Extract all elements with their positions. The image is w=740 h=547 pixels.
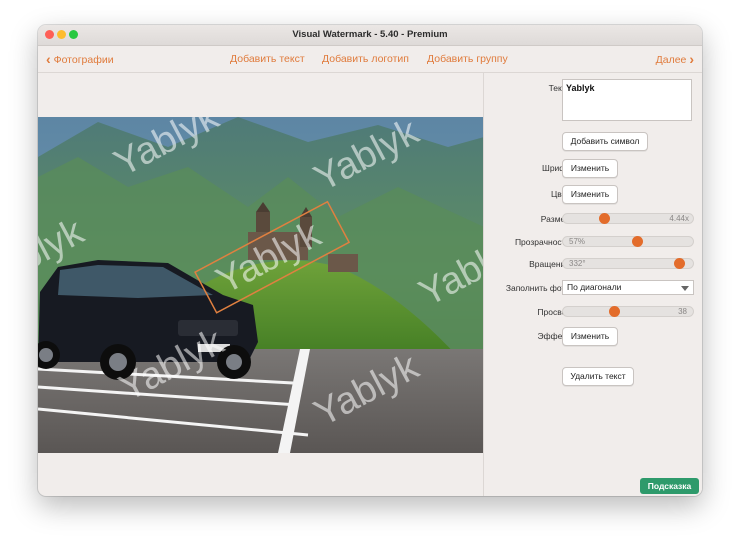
settings-panel: Текст Yablyk Добавить символ Шрифт Измен… [483,73,702,496]
gap-slider-knob[interactable] [609,306,620,317]
opacity-value: 57% [569,237,586,246]
opacity-slider-knob[interactable] [632,236,643,247]
window-title: Visual Watermark - 5.40 - Premium [292,29,448,40]
rotation-slider-knob[interactable] [674,258,685,269]
font-change-button[interactable]: Изменить [562,159,618,178]
add-symbol-button[interactable]: Добавить символ [562,132,648,151]
watermark-text-input[interactable]: Yablyk [562,79,692,121]
color-change-button[interactable]: Изменить [562,185,618,204]
photo-image: Yablyk Yablyk Yablyk Yablyk Yablyk Yably… [38,117,484,453]
app-window: Visual Watermark - 5.40 - Premium ‹ Фото… [38,25,702,496]
size-slider-knob[interactable] [599,213,610,224]
toolbar: ‹ Фотографии Добавить текст Добавить лог… [38,46,702,73]
minimize-window-button[interactable] [57,30,66,39]
zoom-window-button[interactable] [69,30,78,39]
chevron-right-icon: › [689,51,694,67]
effect-change-button[interactable]: Изменить [562,327,618,346]
delete-text-button[interactable]: Удалить текст [562,367,634,386]
fill-label: Заполнить фото [505,283,570,293]
rotation-value: 332° [569,259,586,268]
fill-mode-select[interactable]: По диагонали [562,280,694,295]
size-value: 4.44x [669,214,689,223]
rotation-slider[interactable]: 332° [562,258,694,269]
gap-slider[interactable]: 38 [562,306,694,317]
chevron-down-icon [681,286,689,291]
title-bar: Visual Watermark - 5.40 - Premium [38,25,702,46]
next-button[interactable]: Далее › [656,46,694,73]
size-slider[interactable]: 4.44x [562,213,694,224]
close-window-button[interactable] [45,30,54,39]
back-label: Фотографии [53,54,114,66]
opacity-slider[interactable]: 57% [562,236,694,247]
add-text-button[interactable]: Добавить текст [230,46,305,72]
back-to-photos-button[interactable]: ‹ Фотографии [46,46,114,73]
add-logo-button[interactable]: Добавить логотип [322,46,409,72]
hint-button[interactable]: Подсказка [640,478,699,494]
gap-value: 38 [678,307,687,316]
next-label: Далее [655,54,687,66]
photo-preview[interactable]: Yablyk Yablyk Yablyk Yablyk Yablyk Yably… [38,117,484,453]
chevron-left-icon: ‹ [46,51,51,67]
add-group-button[interactable]: Добавить группу [427,46,508,72]
fill-mode-value: По диагонали [567,282,622,292]
